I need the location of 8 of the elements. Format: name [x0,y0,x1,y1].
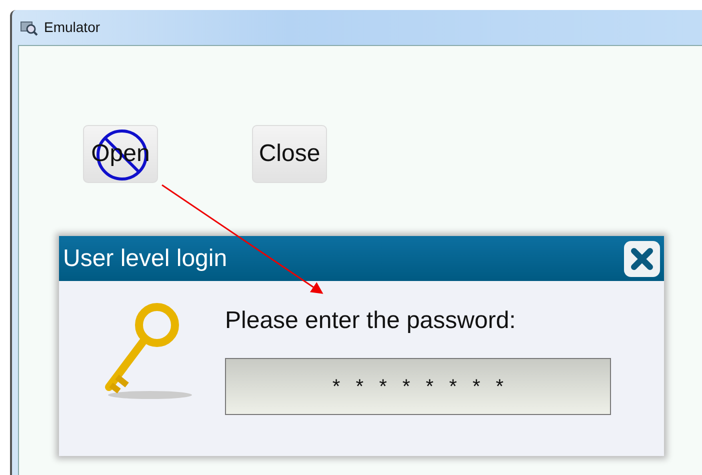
dialog-title: User level login [63,244,228,274]
close-button[interactable] [624,240,660,276]
password-prompt: Please enter the password: [225,306,517,336]
magnifier-icon [20,20,38,36]
password-field[interactable]: * * * * * * * * [225,358,611,415]
action-button[interactable]: Close [252,125,327,183]
window-title: Emulator [44,18,100,37]
close-icon [630,246,654,270]
